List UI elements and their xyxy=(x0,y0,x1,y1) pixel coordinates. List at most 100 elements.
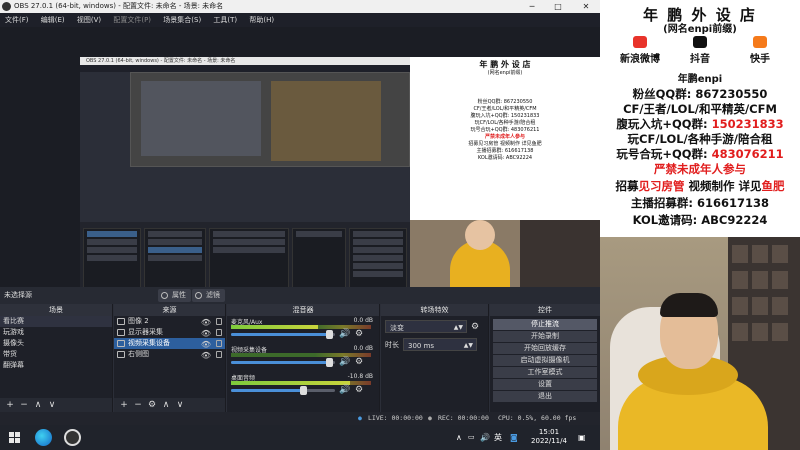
no-source-label: 未选择源 xyxy=(4,291,32,299)
shelf-cell xyxy=(772,297,788,315)
rec-time: REC: 00:00:00 xyxy=(438,414,489,422)
menu-profile[interactable]: 配置文件(P) xyxy=(108,13,156,27)
stop-streaming-button[interactable]: 停止推流 xyxy=(493,319,597,330)
preview-canvas[interactable]: OBS 27.0.1 (64-bit, windows) - 配置文件: 未命名… xyxy=(80,57,600,309)
tray-expand-icon[interactable]: ∧ xyxy=(456,425,462,450)
speaker-icon[interactable]: 🔊 xyxy=(339,385,350,395)
menu-view[interactable]: 视图(V) xyxy=(72,13,106,27)
lock-icon[interactable] xyxy=(216,351,222,358)
clock[interactable]: 15:01 2022/11/4 xyxy=(524,428,574,446)
gear-icon[interactable]: ⚙ xyxy=(471,320,479,334)
gear-icon[interactable]: ⚙ xyxy=(355,329,363,339)
lock-icon[interactable] xyxy=(216,329,222,336)
taskbar: ∧ ▭ 🔊 英 ◙ 15:01 2022/11/4 ▣ xyxy=(0,425,600,450)
add-scene-button[interactable]: + xyxy=(3,398,17,412)
source-label: 显示器采集 xyxy=(128,328,163,336)
volume-slider[interactable] xyxy=(231,330,335,339)
nested-row xyxy=(353,255,403,261)
edge-browser-icon[interactable] xyxy=(35,429,52,446)
mini-poster-line: KOL邀请码: ABC92224 xyxy=(477,155,533,161)
scene-item[interactable]: 摄像头 xyxy=(0,338,112,349)
gear-icon[interactable]: ⚙ xyxy=(355,385,363,395)
mini-poster-line: CF/王者/LOL/和平精英/CFM xyxy=(473,106,537,112)
slider-knob[interactable] xyxy=(325,358,333,367)
volume-icon[interactable]: 🔊 xyxy=(480,425,490,450)
gear-icon[interactable]: ⚙ xyxy=(355,357,363,367)
start-replay-buffer-button[interactable]: 开始回放缓存 xyxy=(493,343,597,354)
notification-icon[interactable]: ▣ xyxy=(578,425,586,450)
logo-pane xyxy=(15,438,20,443)
preview-area[interactable]: OBS 27.0.1 (64-bit, windows) - 配置文件: 未命名… xyxy=(0,27,600,309)
filters-button[interactable]: 滤镜 xyxy=(192,289,225,302)
studio-mode-button[interactable]: 工作室模式 xyxy=(493,367,597,378)
rec-indicator-icon: ● xyxy=(428,414,432,422)
start-virtual-camera-button[interactable]: 启动虚拟摄像机 xyxy=(493,355,597,366)
lock-icon[interactable] xyxy=(216,340,222,347)
start-recording-button[interactable]: 开始录制 xyxy=(493,331,597,342)
camera-icon xyxy=(117,340,125,347)
close-button[interactable]: ✕ xyxy=(574,0,598,13)
network-icon[interactable]: ▭ xyxy=(468,425,475,450)
maximize-button[interactable]: □ xyxy=(546,0,570,13)
source-item[interactable]: 图像 2 👁 xyxy=(114,316,225,327)
remove-source-button[interactable]: − xyxy=(131,398,145,412)
properties-label: 属性 xyxy=(172,291,186,299)
scene-up-button[interactable]: ∧ xyxy=(31,398,45,412)
nested-row xyxy=(148,247,202,253)
webcam-feed xyxy=(600,237,800,450)
menu-file[interactable]: 文件(F) xyxy=(0,13,34,27)
lock-icon[interactable] xyxy=(216,318,222,325)
source-down-button[interactable]: ∨ xyxy=(173,398,187,412)
obs-window: OBS 27.0.1 (64-bit, windows) - 配置文件: 未命名… xyxy=(0,0,600,425)
minor-warning: 严禁未成年人参与 xyxy=(654,162,746,176)
settings-button[interactable]: 设置 xyxy=(493,379,597,390)
recruit-part: 详见 xyxy=(734,179,762,193)
source-item[interactable]: 视频采集设备 👁 xyxy=(114,338,225,349)
source-settings-button[interactable]: ⚙ xyxy=(145,398,159,412)
obs-app-icon[interactable] xyxy=(64,429,81,446)
scene-item[interactable]: 带货 xyxy=(0,349,112,360)
remove-scene-button[interactable]: − xyxy=(17,398,31,412)
add-source-button[interactable]: + xyxy=(117,398,131,412)
source-item[interactable]: 右侧图 👁 xyxy=(114,349,225,360)
windows-start-icon[interactable] xyxy=(9,432,20,443)
shelf-cell xyxy=(732,297,748,315)
nested-row xyxy=(148,239,202,245)
duration-row: 时长 300 ms ▲▼ xyxy=(385,338,484,352)
input-language[interactable]: 英 xyxy=(494,425,502,450)
source-toolbar: 未选择源 属性 滤镜 xyxy=(0,287,600,304)
eye-icon[interactable]: 👁 xyxy=(201,350,211,361)
scene-item[interactable]: 翻弹幕 xyxy=(0,360,112,371)
anchor-label: 主播招募群: xyxy=(630,196,694,210)
scene-item[interactable]: 玩游戏 xyxy=(0,327,112,338)
speaker-icon[interactable]: 🔊 xyxy=(339,357,350,367)
nested-title: OBS 27.0.1 (64-bit, windows) - 配置文件: 未命名… xyxy=(80,57,410,65)
menu-scene-collection[interactable]: 场景集合(S) xyxy=(158,13,206,27)
volume-slider[interactable] xyxy=(231,358,335,367)
duration-input[interactable]: 300 ms ▲▼ xyxy=(403,338,477,351)
transition-type: 淡变 xyxy=(390,324,404,332)
properties-button[interactable]: 属性 xyxy=(158,289,191,302)
slider-knob[interactable] xyxy=(299,386,307,395)
transition-select[interactable]: 淡变 ▲▼ xyxy=(385,320,467,333)
slider-fill xyxy=(231,361,330,364)
source-up-button[interactable]: ∧ xyxy=(159,398,173,412)
source-item[interactable]: 显示器采集 👁 xyxy=(114,327,225,338)
menu-bar: 文件(F) 编辑(E) 视图(V) 配置文件(P) 场景集合(S) 工具(T) … xyxy=(0,13,600,27)
menu-tools[interactable]: 工具(T) xyxy=(208,13,242,27)
scene-item[interactable]: 看比赛 xyxy=(0,316,112,327)
sources-list: 图像 2 👁 显示器采集 👁 视频采集设备 👁 右侧图 👁 xyxy=(114,316,225,398)
security-icon[interactable]: ◙ xyxy=(510,425,518,450)
menu-help[interactable]: 帮助(H) xyxy=(244,13,279,27)
minimize-button[interactable]: ─ xyxy=(520,0,544,13)
menu-edit[interactable]: 编辑(E) xyxy=(36,13,70,27)
scene-down-button[interactable]: ∨ xyxy=(45,398,59,412)
slider-knob[interactable] xyxy=(325,330,333,339)
controls-header: 控件 xyxy=(490,304,600,316)
exit-button[interactable]: 退出 xyxy=(493,391,597,402)
speaker-icon[interactable]: 🔊 xyxy=(339,329,350,339)
volume-slider[interactable] xyxy=(231,386,335,395)
scenes-header: 场景 xyxy=(0,304,112,316)
kol-code: ABC92224 xyxy=(701,213,768,227)
recruit-part: 鱼肥 xyxy=(761,179,785,193)
